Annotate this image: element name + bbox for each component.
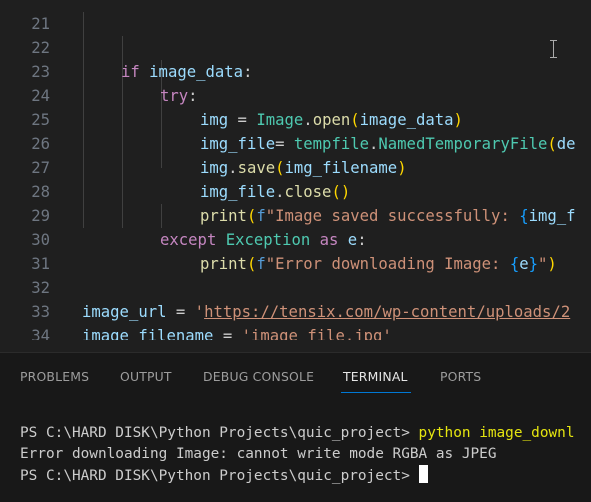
terminal-cursor [418, 465, 428, 483]
active-tab-indicator [341, 392, 411, 393]
code-editor[interactable]: 21 22 if image_data: 23 try: 24 img = Im… [0, 0, 591, 340]
code-line: 31 [0, 228, 591, 273]
terminal-line: Error downloading Image: cannot write mo… [20, 444, 497, 464]
code-line: 33 image_filename = 'image_file.jpg' [0, 276, 591, 340]
code-line: 29 except Exception as e: [0, 180, 591, 249]
code-line: 34 download_image(image_url, image_filen… [0, 300, 591, 340]
tab-terminal[interactable]: TERMINAL [343, 369, 408, 384]
token-assign: = [213, 327, 242, 340]
mouse-ibeam-cursor-icon [550, 40, 557, 58]
terminal-prompt: PS C:\HARD DISK\Python Projects\quic_pro… [20, 468, 419, 484]
code-line: 21 [0, 0, 591, 33]
tab-problems[interactable]: PROBLEMS [20, 369, 89, 384]
code-line: 32 image_url = 'https://tensix.com/wp-co… [0, 252, 591, 321]
token-string: 'image_file.jpg' [241, 327, 392, 340]
code-line: 23 try: [0, 36, 591, 105]
tab-output[interactable]: OUTPUT [120, 369, 172, 384]
code-line: 30 print(f"Error downloading Image: {e}"… [0, 204, 591, 273]
code-line: 26 img.save(img_filename) [0, 108, 591, 177]
code-line: 28 print(f"Image saved successfully: {im… [0, 156, 591, 225]
bottom-panel: PROBLEMS OUTPUT DEBUG CONSOLE TERMINAL P… [0, 352, 591, 502]
terminal-prompt: PS C:\HARD DISK\Python Projects\quic_pro… [20, 425, 419, 441]
code-line: 25 img_file= tempfile.NamedTemporaryFile… [0, 84, 591, 153]
token-image-filename: image_filename [82, 327, 214, 340]
terminal-line: PS C:\HARD DISK\Python Projects\quic_pro… [20, 423, 575, 443]
code-line: 22 if image_data: [0, 12, 591, 81]
terminal-error: Error downloading Image: cannot write mo… [20, 446, 497, 462]
tab-debug-console[interactable]: DEBUG CONSOLE [203, 369, 314, 384]
code-line: 24 img = Image.open(image_data) [0, 60, 591, 129]
code-line: 27 img_file.close() [0, 132, 591, 201]
terminal-command: python image_downl [418, 425, 575, 441]
line-number: 34 [31, 327, 50, 340]
panel-tabs: PROBLEMS OUTPUT DEBUG CONSOLE TERMINAL P… [0, 353, 591, 397]
tab-ports[interactable]: PORTS [440, 369, 481, 384]
terminal-line: PS C:\HARD DISK\Python Projects\quic_pro… [20, 465, 428, 486]
